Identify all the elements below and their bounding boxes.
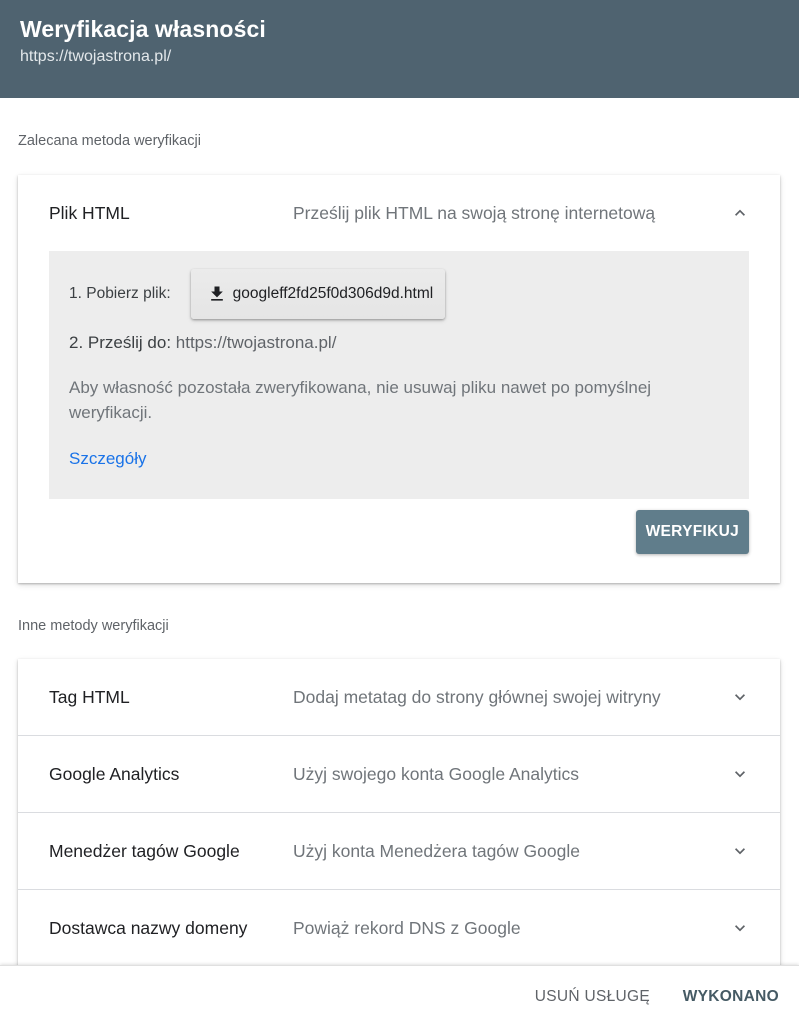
- chevron-down-icon[interactable]: [730, 687, 750, 707]
- step-download: 1. Pobierz plik: googleff2fd25f0d306d9d.…: [69, 269, 446, 319]
- done-button[interactable]: WYKONANO: [683, 988, 779, 1006]
- method-description: Dodaj metatag do strony głównej swojej w…: [293, 686, 661, 707]
- method-row-html-tag[interactable]: Tag HTML Dodaj metatag do strony głównej…: [18, 659, 780, 735]
- method-description: Powiąż rekord DNS z Google: [293, 917, 521, 938]
- method-title: Dostawca nazwy domeny: [49, 917, 248, 938]
- other-methods-section-label: Inne metody weryfikacji: [18, 618, 169, 634]
- recommended-section-label: Zalecana metoda weryfikacji: [18, 133, 201, 149]
- method-title: Tag HTML: [49, 686, 130, 707]
- step-upload-label: 2. Prześlij do:: [69, 333, 172, 352]
- verify-button[interactable]: WERYFIKUJ: [635, 510, 749, 554]
- remove-property-button[interactable]: USUŃ USŁUGĘ: [535, 988, 650, 1006]
- recommended-method-card: Plik HTML Prześlij plik HTML na swoją st…: [18, 175, 780, 583]
- download-icon: [210, 286, 223, 301]
- verification-note: Aby własność pozostała zweryfikowana, ni…: [69, 378, 652, 422]
- method-title: Menedżer tagów Google: [49, 840, 240, 861]
- step-upload: 2. Prześlij do: https://twojastrona.pl/: [69, 333, 336, 353]
- method-row-html-file[interactable]: Plik HTML Prześlij plik HTML na swoją st…: [18, 175, 780, 251]
- method-description: Użyj konta Menedżera tagów Google: [293, 840, 580, 861]
- method-title: Google Analytics: [49, 763, 180, 784]
- step-upload-url: https://twojastrona.pl/: [175, 333, 337, 352]
- chevron-down-icon[interactable]: [730, 918, 750, 938]
- html-file-instructions: 1. Pobierz plik: googleff2fd25f0d306d9d.…: [49, 251, 749, 499]
- download-file-button[interactable]: googleff2fd25f0d306d9d.html: [190, 269, 446, 319]
- verify-row: WERYFIKUJ: [18, 499, 780, 583]
- chevron-down-icon[interactable]: [730, 764, 750, 784]
- property-url: https://twojastrona.pl/: [20, 48, 172, 65]
- method-row-google-analytics[interactable]: Google Analytics Użyj swojego konta Goog…: [18, 736, 780, 812]
- dialog-footer: USUŃ USŁUGĘ WYKONANO: [0, 965, 799, 1024]
- details-link[interactable]: Szczegóły: [69, 449, 146, 469]
- step-download-label: 1. Pobierz plik:: [69, 285, 171, 302]
- other-methods-card: Tag HTML Dodaj metatag do strony głównej…: [18, 659, 780, 969]
- method-description: Prześlij plik HTML na swoją stronę inter…: [293, 202, 656, 223]
- chevron-down-icon[interactable]: [730, 841, 750, 861]
- chevron-up-icon[interactable]: [730, 203, 750, 223]
- page-header: Weryfikacja własności https://twojastron…: [0, 0, 799, 98]
- method-description: Użyj swojego konta Google Analytics: [293, 763, 579, 784]
- method-row-tag-manager[interactable]: Menedżer tagów Google Użyj konta Menedże…: [18, 813, 780, 889]
- download-file-name: googleff2fd25f0d306d9d.html: [232, 285, 434, 302]
- method-row-domain-provider[interactable]: Dostawca nazwy domeny Powiąż rekord DNS …: [18, 890, 780, 966]
- page-title: Weryfikacja własności: [20, 16, 266, 42]
- method-title: Plik HTML: [49, 202, 130, 223]
